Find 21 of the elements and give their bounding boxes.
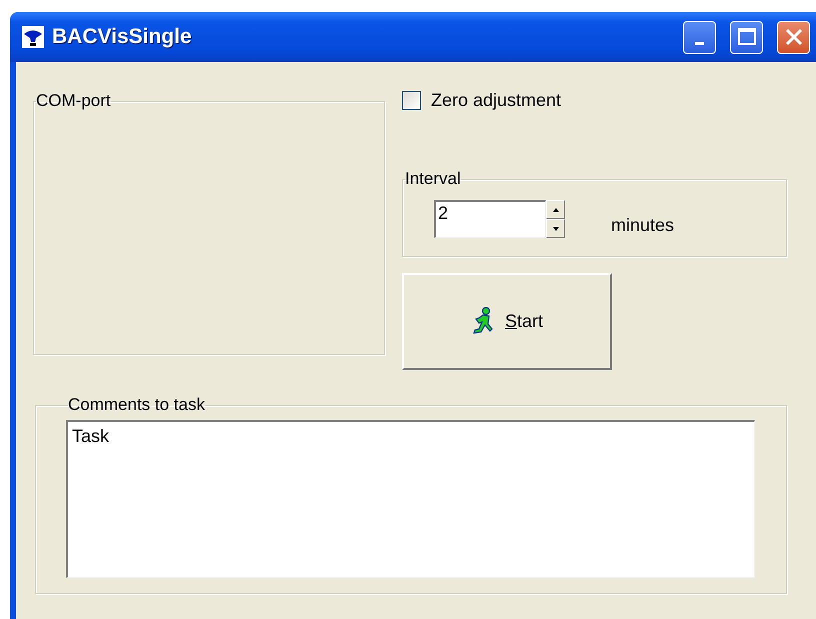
checkbox-label: Zero adjustment bbox=[431, 90, 562, 110]
spin-up-button[interactable] bbox=[546, 200, 565, 219]
zero-adjustment-checkbox[interactable] bbox=[402, 90, 421, 110]
close-button[interactable] bbox=[777, 20, 810, 54]
spin-down-button[interactable] bbox=[546, 219, 565, 238]
minimize-button[interactable] bbox=[683, 20, 716, 54]
group-label: Interval bbox=[405, 170, 461, 188]
interval-field[interactable]: 2 bbox=[434, 200, 546, 238]
up-arrow-icon bbox=[552, 208, 558, 212]
close-icon bbox=[784, 27, 804, 47]
group-label: Comments to task bbox=[68, 396, 205, 414]
minimize-icon bbox=[695, 42, 704, 44]
window-title: BACVisSingle bbox=[52, 25, 193, 49]
maximize-icon bbox=[736, 27, 756, 47]
unit-label: minutes bbox=[611, 214, 674, 236]
down-arrow-icon bbox=[552, 226, 558, 230]
maximize-button[interactable] bbox=[730, 20, 763, 54]
app-icon bbox=[22, 26, 44, 48]
group-label: COM-port bbox=[36, 92, 111, 110]
comments-field[interactable]: Task bbox=[66, 420, 755, 578]
start-button[interactable]: Start bbox=[402, 273, 612, 370]
